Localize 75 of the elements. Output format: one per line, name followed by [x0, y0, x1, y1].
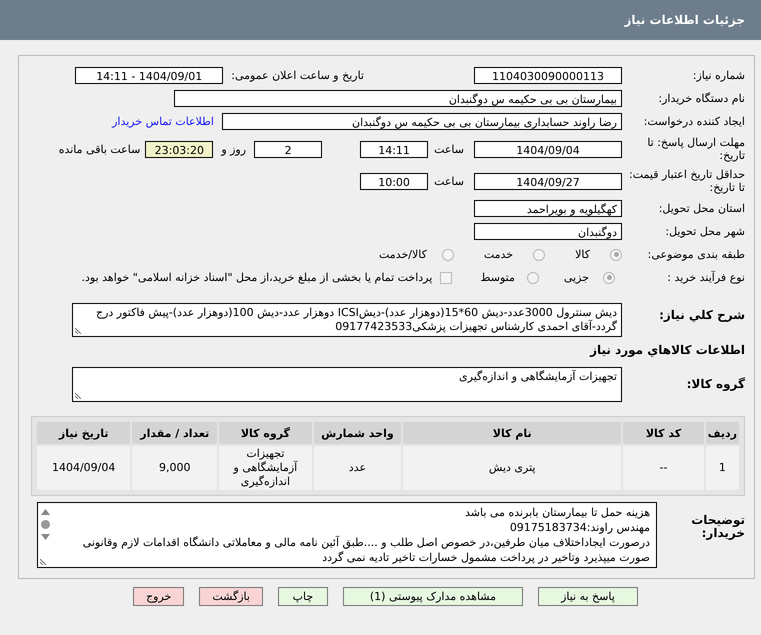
field-label: شرح کلي نیاز: — [658, 309, 745, 322]
field-label: ساعت — [434, 174, 464, 188]
notes-line: صورت میپذیرد وتاخیر در پرداخت مشمول خسارات تاخیر تادیه نمی گردد — [321, 550, 650, 565]
table-cell: 1404/09/04 — [37, 446, 130, 490]
field-label: شهر محل تحویل: — [664, 225, 745, 238]
province-field: کهگیلویه و بویراحمد — [474, 200, 622, 217]
column-header: واحد شمارش — [314, 422, 402, 444]
column-header: تاریخ نیاز — [37, 422, 130, 444]
field-label: مهلت ارسال پاسخ: تا تاریخ: — [646, 136, 745, 162]
checkbox-label: پرداخت تمام یا بخشی از مبلغ خرید،از محل "اسناد خزانه اسلامی" خواهد بود. — [82, 271, 432, 284]
radio-button[interactable] — [526, 272, 539, 284]
table-cell: پتری دیش — [403, 446, 622, 490]
field-label: نام دستگاه خریدار: — [657, 92, 745, 105]
time-field: 14:11 — [360, 140, 428, 158]
column-header: کد کالا — [623, 422, 704, 444]
table-cell: تجهیزات آزمایشگاهی و اندازه‌گیری — [219, 446, 312, 490]
radio-label: خدمت — [484, 248, 514, 261]
action-button[interactable]: مشاهده مدارک پیوستی (1) — [342, 587, 523, 606]
scroll-thumb-icon[interactable] — [40, 520, 50, 529]
buyer-field: بیمارستان بی بی حکیمه س دوگنبدان — [174, 90, 622, 107]
exit-button[interactable]: خروج — [133, 587, 184, 606]
field-label: حداقل تاریخ اعتبار قیمت: تا تاریخ: — [628, 168, 745, 194]
radio-button[interactable] — [610, 248, 622, 260]
buyer-contact-link[interactable]: اطلاعات تماس خریدار — [112, 115, 214, 128]
notes-line: مهندس راوند:09175183734 — [508, 520, 650, 535]
date-field: 1404/09/04 — [474, 140, 622, 158]
city-field: دوگنبدان — [474, 223, 622, 240]
scroll-up-icon[interactable] — [40, 509, 50, 515]
radio-label: متوسط — [480, 271, 515, 284]
section-heading: اطلاعات کالاهاي مورد نیاز — [588, 343, 745, 357]
field-label: استان محل تحویل: — [658, 202, 745, 215]
notes-line: هزینه حمل تا بیمارستان بابرنده می باشد — [464, 505, 650, 520]
radio-label: کالا — [575, 248, 590, 261]
radio-label: کالا/خدمت — [379, 248, 427, 261]
column-header: ردیف — [706, 422, 739, 444]
radio-button[interactable] — [533, 248, 546, 260]
announce-date-field: 1404/09/01 - 14:11 — [75, 67, 224, 84]
table-cell: 1 — [706, 446, 739, 490]
days-field: 2 — [254, 140, 322, 158]
radio-label: جزیی — [564, 271, 589, 284]
resize-grip-icon[interactable] — [40, 558, 47, 565]
column-header: گروه کالا — [219, 422, 312, 444]
time-field: 10:00 — [360, 172, 428, 190]
page-title: جزئیات اطلاعات نیاز — [624, 13, 745, 27]
field-label: ساعت — [434, 142, 464, 156]
field-label: ایجاد کننده درخواست: — [642, 115, 745, 128]
radio-button[interactable] — [603, 272, 615, 284]
column-header: تعداد / مقدار — [132, 422, 218, 444]
field-label: تاریخ و ساعت اعلان عمومی: — [231, 69, 364, 82]
notes-line: درصورت ایجاداختلاف میان طرفین،در خصوص اصل طلب و ....طبق آئین نامه مالی و معاملاتی دانشگاه اقدامات لازم وقانونی — [82, 535, 650, 550]
date-field: 1404/09/27 — [474, 172, 622, 190]
field-label: شماره نیاز: — [692, 69, 745, 82]
field-label: توضیحات خریدار: — [690, 514, 745, 540]
need-number-field: 1104030090000113 — [474, 67, 622, 84]
remaining-time-field: 23:03:20 — [145, 140, 214, 158]
resize-grip-icon[interactable] — [75, 392, 82, 399]
exit-button[interactable]: بازگشت — [199, 587, 263, 606]
checkbox[interactable] — [440, 272, 452, 284]
resize-grip-icon[interactable] — [75, 327, 82, 334]
field-label: گروه کالا: — [686, 378, 745, 391]
description-text: دیش سنترول 3000عدد-دیش 60*15(دوهزار عدد)-دیشICSI دوهزار عدد-دیش 100(دوهزار عدد)-پیش فاکتور درج گردد-آقای احمدی کارشناس تجهیزات پزشکی09177423533 — [96, 306, 617, 333]
scroll-down-icon[interactable] — [40, 534, 50, 540]
action-button[interactable]: چاپ — [278, 587, 328, 606]
radio-button[interactable] — [442, 248, 454, 260]
goods-group-text: تجهیزات آزمایشگاهی و اندازه‌گیری — [459, 370, 617, 383]
column-header: نام کالا — [403, 422, 622, 444]
table-cell: 9,000 — [132, 446, 218, 490]
requester-field: رضا راوند حسابداری بیمارستان بی بی حکیمه س دوگنبدان — [222, 113, 622, 130]
field-label: روز و — [221, 142, 246, 156]
action-button[interactable]: پاسخ به نیاز — [538, 587, 638, 606]
field-label: نوع فرآیند خرید : — [666, 271, 745, 284]
field-label: طبقه بندی موضوعی: — [646, 248, 745, 261]
table-cell: -- — [623, 446, 704, 490]
table-cell: عدد — [314, 446, 402, 490]
field-label: ساعت باقی مانده — [58, 142, 140, 156]
